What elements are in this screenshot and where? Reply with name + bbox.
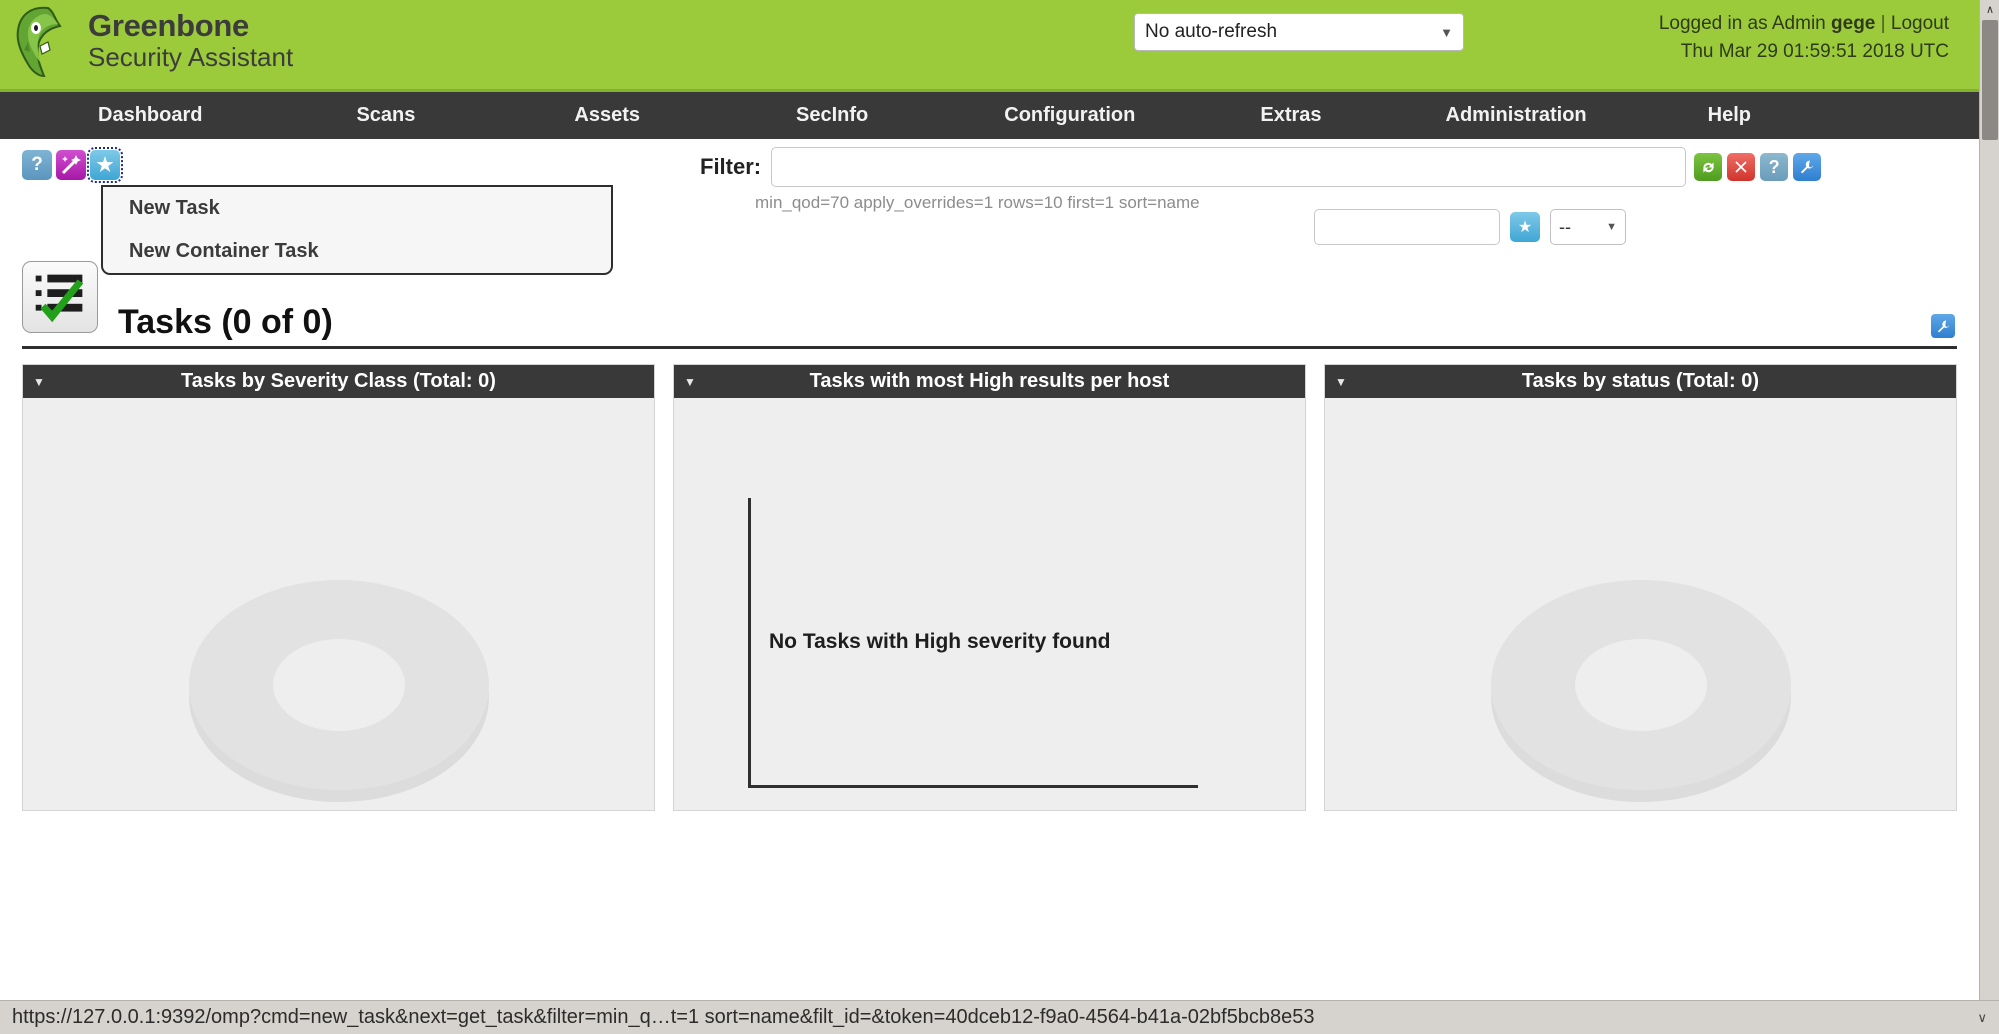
edit-filter-icon[interactable] [1793,153,1822,181]
saved-filters-select[interactable]: -- ▼ [1550,209,1626,245]
panel-body [23,398,654,810]
scroll-down-arrow-icon[interactable]: ∨ [1965,1010,1987,1026]
brand-logo[interactable]: Greenbone Security Assistant [10,2,293,78]
server-datetime: Thu Mar 29 01:59:51 2018 UTC [1680,40,1949,62]
panel-header: ▼ Tasks with most High results per host [674,365,1305,398]
logged-in-prefix: Logged in as [1658,13,1768,34]
username: gege [1831,13,1876,34]
brand-text: Greenbone Security Assistant [88,10,293,70]
section-edit-icon[interactable] [1931,314,1955,338]
nav-item-configuration[interactable]: Configuration [990,104,1149,127]
filter-action-icons: ? [1694,153,1822,181]
new-task-dropdown-menu: New Task New Container Task [101,185,613,275]
help-icon-glyph: ? [31,154,43,175]
chevron-down-icon[interactable]: ▼ [1335,375,1347,389]
greenbone-security-assistant-window: Greenbone Security Assistant No auto-ref… [0,0,1999,1034]
task-list-icon [22,261,98,333]
filter-label: Filter: [700,154,762,179]
panel-tasks-with-most-high-results: ▼ Tasks with most High results per host … [673,364,1306,811]
scrollbar-thumb[interactable] [1982,20,1998,140]
auto-refresh-select[interactable]: No auto-refresh ▼ [1134,13,1464,51]
scroll-up-arrow-icon[interactable]: ∧ [1980,0,1999,20]
panel-title: Tasks with most High results per host [809,370,1170,392]
panel-title: Tasks by Severity Class (Total: 0) [180,370,496,392]
nav-item-administration[interactable]: Administration [1432,104,1601,127]
nav-item-assets[interactable]: Assets [560,104,654,127]
donut-shape [188,580,489,790]
menu-item-new-task[interactable]: New Task [103,187,611,230]
dragon-logo-icon [16,6,62,78]
status-url: https://127.0.0.1:9392/omp?cmd=new_task&… [12,1006,1315,1028]
save-filter-star-icon[interactable]: ★ [1510,212,1540,242]
filter-name-input[interactable] [1314,209,1500,245]
panel-tasks-by-status: ▼ Tasks by status (Total: 0) [1324,364,1957,811]
auto-refresh-value: No auto-refresh [1145,21,1278,42]
help-icon[interactable]: ? [22,150,52,180]
nav-item-dashboard[interactable]: Dashboard [84,104,216,127]
toolbar-icon-row: ? ★ [22,147,123,183]
panel-body: No Tasks with High severity found [674,398,1305,810]
wrench-icon [1937,319,1949,332]
chevron-down-icon: ▼ [1440,24,1453,40]
wizard-wand-icon [61,155,81,175]
nav-item-extras[interactable]: Extras [1246,104,1335,127]
filter-help-icon[interactable]: ? [1760,153,1789,181]
panel-body [1325,398,1956,810]
brand-line-2: Security Assistant [88,42,294,72]
user-role: Admin [1771,13,1826,34]
update-filter-icon[interactable] [1694,153,1723,181]
page-viewport: Greenbone Security Assistant No auto-ref… [0,0,1979,1000]
logout-link[interactable]: Logout [1891,13,1949,34]
page-title: Tasks (0 of 0) [118,303,333,341]
empty-chart-message: No Tasks with High severity found [769,630,1111,653]
panel-title: Tasks by status (Total: 0) [1521,370,1759,392]
menu-item-new-container-task[interactable]: New Container Task [103,230,611,273]
nav-item-secinfo[interactable]: SecInfo [782,104,882,127]
session-info: Logged in as Admin gege | Logout Thu Mar… [1659,10,1949,65]
filter-section: Filter: ? min_qod=70 apply_overrides=1 r… [700,147,1950,245]
refresh-arrows-icon [1703,161,1714,173]
severity-donut-chart [188,580,489,790]
task-list-glyph [35,274,84,323]
toolbar: ? ★ New Task New Container Task Filter: … [0,139,1979,275]
status-donut-chart [1490,580,1791,790]
app-header: Greenbone Security Assistant No auto-ref… [0,0,1979,92]
wizard-icon[interactable] [56,150,86,180]
panel-tasks-by-severity-class: ▼ Tasks by Severity Class (Total: 0) [22,364,655,811]
reset-filter-icon[interactable] [1727,153,1756,181]
brand-line-1: Greenbone [88,8,249,43]
new-task-menu-icon[interactable]: ★ [87,147,123,183]
browser-status-bar: https://127.0.0.1:9392/omp?cmd=new_task&… [0,1000,1999,1034]
panel-header: ▼ Tasks by Severity Class (Total: 0) [23,365,654,398]
dashboard-panels: ▼ Tasks by Severity Class (Total: 0) ▼ T… [22,364,1957,811]
nav-item-help[interactable]: Help [1694,104,1765,127]
close-x-icon [1735,161,1747,173]
chevron-down-icon[interactable]: ▼ [33,375,45,389]
nav-item-scans[interactable]: Scans [342,104,429,127]
saved-filter-row: ★ -- ▼ [1314,209,1626,245]
donut-shape [1490,580,1791,790]
saved-filters-value: -- [1559,216,1571,237]
main-navigation: Dashboard Scans Assets SecInfo Configura… [0,92,1979,139]
chevron-down-icon: ▼ [1606,221,1617,233]
filter-row: Filter: ? [700,147,1950,187]
filter-help-glyph: ? [1768,157,1780,177]
session-separator: | [1880,13,1886,34]
session-line-1: Logged in as Admin gege | Logout [1659,10,1949,38]
star-icon: ★ [96,154,114,176]
panel-header: ▼ Tasks by status (Total: 0) [1325,365,1956,398]
filter-input[interactable] [771,147,1687,187]
page-scrollbar[interactable]: ∧ [1979,0,1999,1000]
wrench-icon [1801,160,1814,174]
chevron-down-icon[interactable]: ▼ [684,375,696,389]
save-filter-star-glyph: ★ [1517,219,1533,236]
